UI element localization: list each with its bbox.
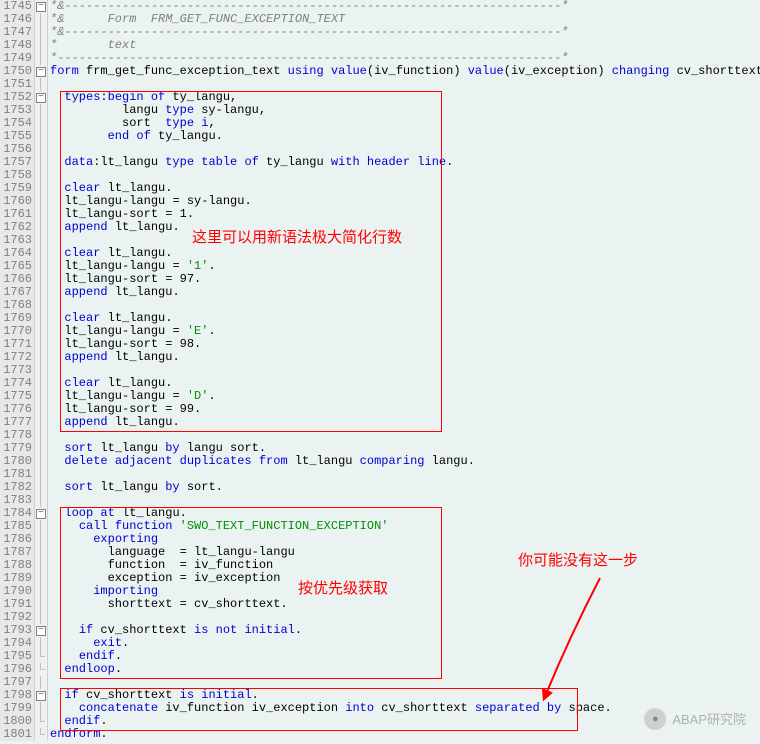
code-line[interactable]: if cv_shorttext is not initial. xyxy=(50,624,760,637)
code-line[interactable]: sort lt_langu by sort. xyxy=(50,481,760,494)
fold-bar-icon[interactable] xyxy=(35,468,47,481)
fold-toggle-icon[interactable] xyxy=(35,0,47,13)
fold-bar-icon[interactable] xyxy=(35,78,47,91)
fold-bar-icon[interactable] xyxy=(35,351,47,364)
fold-bar-icon[interactable] xyxy=(35,130,47,143)
fold-gutter[interactable] xyxy=(35,0,48,741)
code-line[interactable]: endif. xyxy=(50,650,760,663)
fold-bar-icon[interactable] xyxy=(35,338,47,351)
fold-bar-icon[interactable] xyxy=(35,364,47,377)
fold-bar-icon[interactable] xyxy=(35,273,47,286)
code-line[interactable]: *&--------------------------------------… xyxy=(50,26,760,39)
fold-bar-icon[interactable] xyxy=(35,182,47,195)
fold-bar-icon[interactable] xyxy=(35,247,47,260)
watermark: ● ABAP研究院 xyxy=(644,708,746,730)
fold-bar-icon[interactable] xyxy=(35,546,47,559)
fold-bar-icon[interactable] xyxy=(35,455,47,468)
fold-bar-icon[interactable] xyxy=(35,234,47,247)
code-line[interactable]: endloop. xyxy=(50,663,760,676)
watermark-icon: ● xyxy=(644,708,666,730)
fold-bar-icon[interactable] xyxy=(35,169,47,182)
fold-bar-icon[interactable] xyxy=(35,442,47,455)
fold-bar-icon[interactable] xyxy=(35,637,47,650)
line-number-gutter: 1745174617471748174917501751175217531754… xyxy=(0,0,35,741)
fold-bar-icon[interactable] xyxy=(35,390,47,403)
fold-end-icon[interactable] xyxy=(35,715,47,728)
fold-bar-icon[interactable] xyxy=(35,611,47,624)
code-line[interactable]: form frm_get_func_exception_text using v… xyxy=(50,65,760,78)
fold-bar-icon[interactable] xyxy=(35,377,47,390)
fold-bar-icon[interactable] xyxy=(35,481,47,494)
code-line[interactable]: exit. xyxy=(50,637,760,650)
code-line[interactable]: append lt_langu. xyxy=(50,416,760,429)
fold-bar-icon[interactable] xyxy=(35,117,47,130)
fold-toggle-icon[interactable] xyxy=(35,624,47,637)
fold-bar-icon[interactable] xyxy=(35,429,47,442)
fold-bar-icon[interactable] xyxy=(35,13,47,26)
fold-bar-icon[interactable] xyxy=(35,520,47,533)
code-line[interactable]: shorttext = cv_shorttext. xyxy=(50,598,760,611)
code-line[interactable]: delete adjacent duplicates from lt_langu… xyxy=(50,455,760,468)
fold-bar-icon[interactable] xyxy=(35,598,47,611)
fold-bar-icon[interactable] xyxy=(35,104,47,117)
fold-end-icon[interactable] xyxy=(35,663,47,676)
fold-bar-icon[interactable] xyxy=(35,208,47,221)
fold-end-icon[interactable] xyxy=(35,728,47,741)
code-line[interactable]: append lt_langu. xyxy=(50,286,760,299)
watermark-text: ABAP研究院 xyxy=(672,713,746,726)
code-line[interactable]: append lt_langu. xyxy=(50,221,760,234)
fold-bar-icon[interactable] xyxy=(35,676,47,689)
fold-toggle-icon[interactable] xyxy=(35,65,47,78)
fold-bar-icon[interactable] xyxy=(35,221,47,234)
fold-toggle-icon[interactable] xyxy=(35,689,47,702)
fold-toggle-icon[interactable] xyxy=(35,507,47,520)
fold-end-icon[interactable] xyxy=(35,650,47,663)
fold-bar-icon[interactable] xyxy=(35,312,47,325)
fold-bar-icon[interactable] xyxy=(35,494,47,507)
fold-bar-icon[interactable] xyxy=(35,533,47,546)
code-line[interactable]: end of ty_langu. xyxy=(50,130,760,143)
fold-bar-icon[interactable] xyxy=(35,572,47,585)
fold-bar-icon[interactable] xyxy=(35,26,47,39)
fold-bar-icon[interactable] xyxy=(35,156,47,169)
fold-bar-icon[interactable] xyxy=(35,702,47,715)
code-area[interactable]: 这里可以用新语法极大简化行数 按优先级获取 你可能没有这一步 *&-------… xyxy=(48,0,760,741)
fold-bar-icon[interactable] xyxy=(35,403,47,416)
fold-bar-icon[interactable] xyxy=(35,195,47,208)
line-number: 1801 xyxy=(2,728,32,741)
fold-bar-icon[interactable] xyxy=(35,260,47,273)
code-line[interactable]: append lt_langu. xyxy=(50,351,760,364)
fold-bar-icon[interactable] xyxy=(35,52,47,65)
code-line[interactable]: data:lt_langu type table of ty_langu wit… xyxy=(50,156,760,169)
fold-bar-icon[interactable] xyxy=(35,559,47,572)
fold-bar-icon[interactable] xyxy=(35,143,47,156)
fold-bar-icon[interactable] xyxy=(35,299,47,312)
fold-bar-icon[interactable] xyxy=(35,39,47,52)
fold-bar-icon[interactable] xyxy=(35,416,47,429)
code-editor: 1745174617471748174917501751175217531754… xyxy=(0,0,760,741)
fold-bar-icon[interactable] xyxy=(35,585,47,598)
fold-bar-icon[interactable] xyxy=(35,286,47,299)
fold-toggle-icon[interactable] xyxy=(35,91,47,104)
fold-bar-icon[interactable] xyxy=(35,325,47,338)
